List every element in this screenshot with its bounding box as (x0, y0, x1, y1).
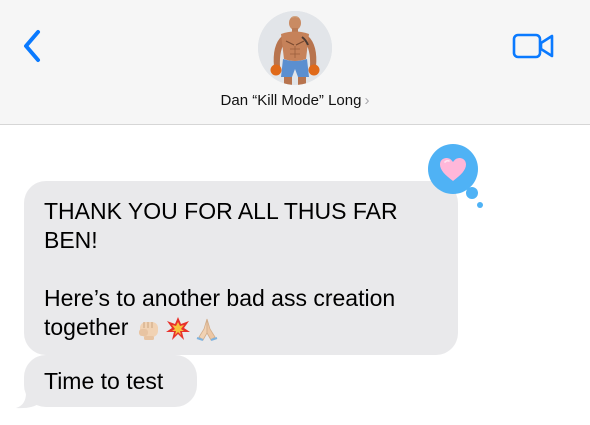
oncoming-fist-emoji (139, 321, 159, 340)
folded-hands-emoji (197, 318, 218, 341)
chevron-right-icon: › (364, 92, 370, 109)
bubble-tail (16, 383, 40, 409)
message-line: BEN! (44, 227, 98, 253)
message-line-with-emoji: together (44, 313, 220, 342)
incoming-message-bubble[interactable]: Time to test (24, 355, 197, 407)
facetime-video-button[interactable] (512, 30, 556, 62)
emoji-group (136, 316, 220, 342)
collision-emoji (166, 316, 191, 340)
contact-name-button[interactable]: Dan “Kill Mode” Long › (0, 92, 590, 109)
message-thread: THANK YOU FOR ALL THUS FAR BEN! Here’s t… (0, 125, 590, 425)
avatar-image (258, 11, 332, 85)
contact-name: Dan “Kill Mode” Long (220, 92, 362, 109)
conversation-header: Dan “Kill Mode” Long › (0, 0, 590, 125)
chevron-left-icon (24, 30, 40, 62)
back-button[interactable] (18, 26, 48, 66)
heart-tapback[interactable] (424, 142, 486, 208)
video-camera-icon (512, 33, 554, 59)
message-line: Time to test (44, 368, 164, 394)
incoming-message-bubble[interactable]: THANK YOU FOR ALL THUS FAR BEN! Here’s t… (24, 181, 458, 355)
message-line: THANK YOU FOR ALL THUS FAR (44, 198, 398, 224)
message-line: Here’s to another bad ass creation (44, 285, 396, 311)
messages-app: Dan “Kill Mode” Long › THANK YOU FOR ALL … (0, 0, 590, 425)
message-line: together (44, 314, 129, 340)
heart-icon (428, 144, 483, 208)
contact-avatar[interactable] (258, 11, 332, 85)
